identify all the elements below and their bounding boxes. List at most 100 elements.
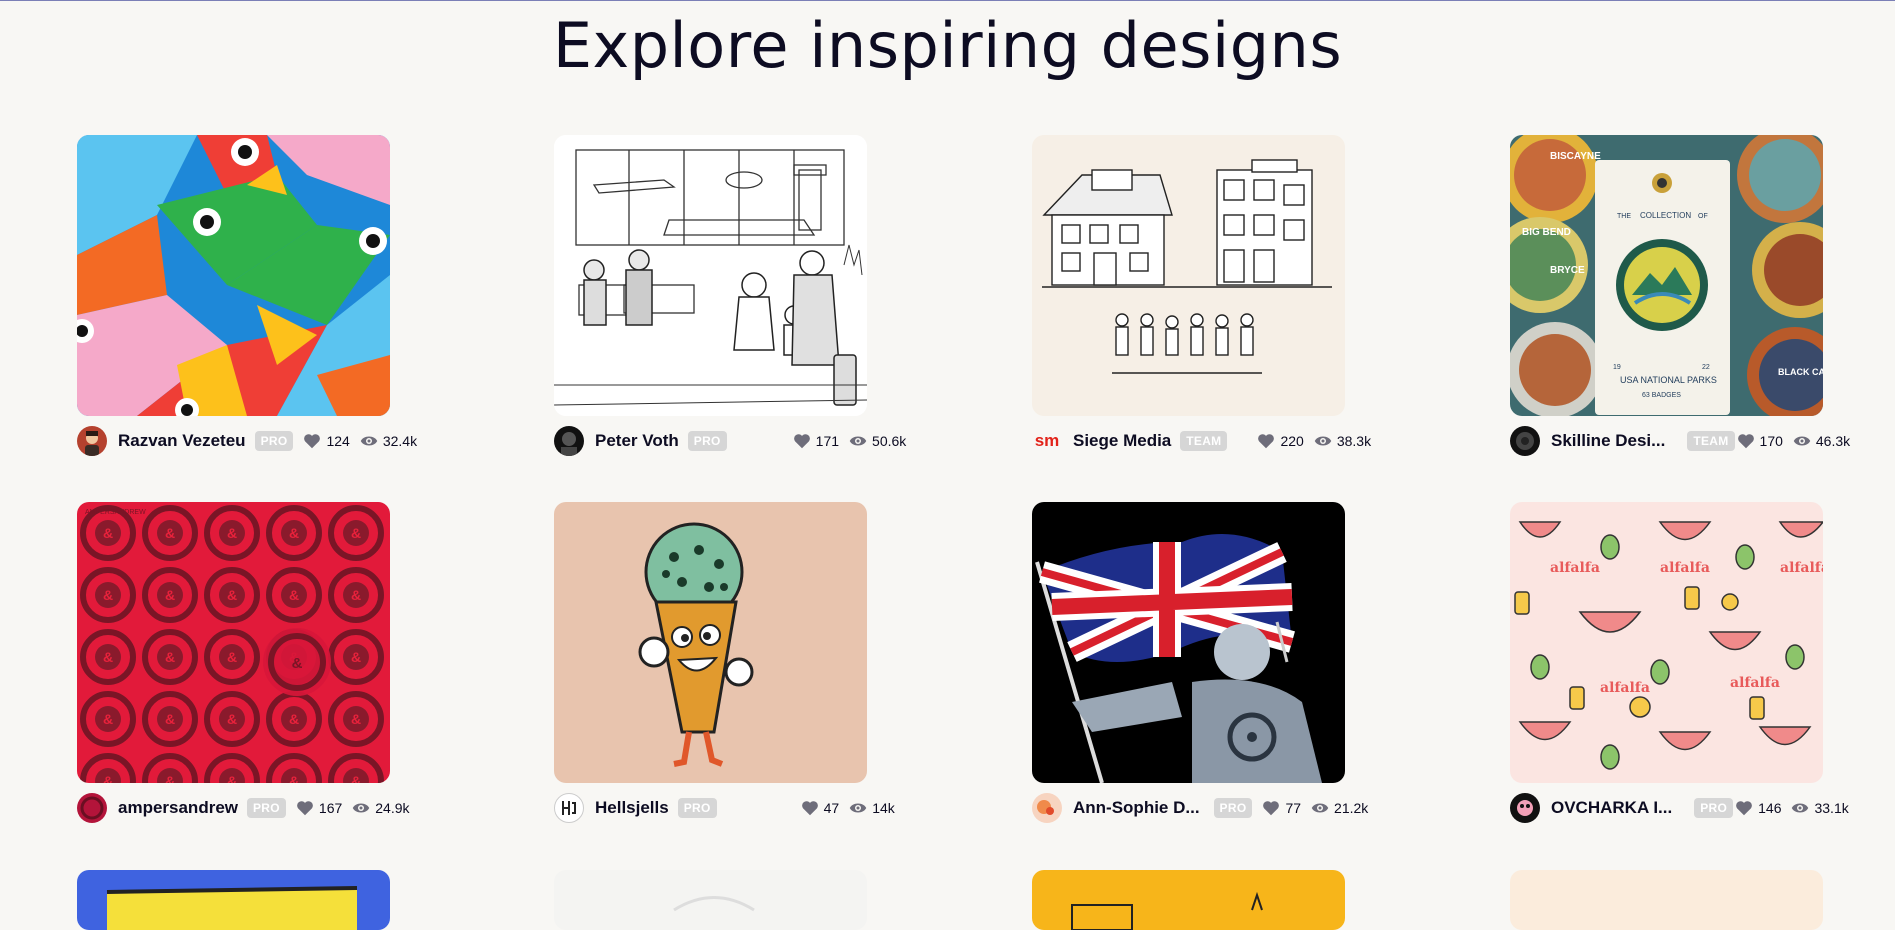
avatar[interactable] bbox=[1032, 793, 1062, 823]
badge-label: BRYCE bbox=[1550, 265, 1585, 276]
likes-count[interactable]: 171 bbox=[793, 433, 839, 449]
shot-thumbnail[interactable] bbox=[1032, 502, 1345, 783]
views-value: 32.4k bbox=[382, 433, 418, 449]
likes-value: 170 bbox=[1759, 433, 1783, 449]
likes-value: 146 bbox=[1758, 800, 1782, 816]
shot-thumbnail[interactable] bbox=[1032, 135, 1345, 416]
views-value: 46.3k bbox=[1815, 433, 1851, 449]
eye-icon bbox=[849, 436, 867, 446]
avatar[interactable] bbox=[554, 793, 584, 823]
author-name[interactable]: OVCHARKA I... bbox=[1551, 798, 1672, 818]
eye-icon bbox=[1311, 803, 1329, 813]
shot-thumbnail-partial[interactable] bbox=[554, 870, 867, 930]
shot-stats: 124 32.4k bbox=[293, 433, 417, 449]
card-text: OF bbox=[1698, 213, 1708, 220]
card-text: COLLECTION bbox=[1640, 211, 1691, 220]
shot-stats: 47 14k bbox=[791, 800, 895, 816]
heart-icon bbox=[1258, 434, 1275, 449]
ampersand-glyph: & bbox=[292, 655, 303, 672]
likes-value: 47 bbox=[823, 800, 840, 816]
heart-icon bbox=[1736, 801, 1752, 816]
likes-value: 220 bbox=[1280, 433, 1304, 449]
views-count: 33.1k bbox=[1791, 800, 1849, 816]
likes-count[interactable]: 170 bbox=[1737, 433, 1783, 449]
shot-thumbnail-partial[interactable] bbox=[1032, 870, 1345, 930]
likes-count[interactable]: 47 bbox=[801, 800, 840, 816]
author-name[interactable]: Skilline Desi... bbox=[1551, 431, 1665, 451]
eye-icon bbox=[360, 436, 378, 446]
avatar[interactable] bbox=[1510, 426, 1540, 456]
author-name[interactable]: Ann-Sophie D... bbox=[1073, 798, 1200, 818]
views-value: 33.1k bbox=[1814, 800, 1849, 816]
shot-thumbnail-partial[interactable] bbox=[1510, 870, 1823, 930]
heart-icon bbox=[801, 801, 818, 816]
pro-badge: PRO bbox=[677, 798, 717, 818]
avatar[interactable] bbox=[554, 426, 584, 456]
avatar[interactable] bbox=[77, 793, 107, 823]
author-name[interactable]: Siege Media bbox=[1073, 431, 1171, 451]
heart-icon bbox=[304, 434, 321, 449]
views-value: 21.2k bbox=[1334, 800, 1369, 816]
author-name[interactable]: Razvan Vezeteu bbox=[118, 431, 246, 451]
shot-meta: Razvan Vezeteu PRO 124 32.4k bbox=[77, 426, 437, 456]
avatar-monogram: sm bbox=[1034, 431, 1060, 450]
shot-meta: ampersandrew PRO 167 24.9k bbox=[77, 793, 437, 823]
shot-thumbnail[interactable] bbox=[77, 135, 390, 416]
views-count: 21.2k bbox=[1311, 800, 1368, 816]
shot-stats: 171 50.6k bbox=[783, 433, 906, 449]
eye-icon bbox=[1793, 436, 1811, 446]
avatar[interactable] bbox=[1510, 793, 1540, 823]
buildings-people-illustration bbox=[1032, 135, 1345, 416]
likes-count[interactable]: 220 bbox=[1257, 433, 1304, 449]
shot-thumbnail-partial[interactable] bbox=[77, 870, 390, 930]
alfalfa-food-pattern: alfalfa alfalfa alfalfa alfalfa alfalfa bbox=[1510, 502, 1823, 783]
shot-meta: sm Siege Media TEAM 220 38.3k bbox=[1032, 426, 1392, 456]
ampersand-ring-text: AMPERSANDREW bbox=[85, 509, 146, 516]
views-count: 14k bbox=[849, 800, 895, 816]
author-name[interactable]: ampersandrew bbox=[118, 798, 238, 818]
views-value: 38.3k bbox=[1336, 433, 1372, 449]
ice-cream-character-illustration bbox=[554, 502, 867, 783]
team-badge: TEAM bbox=[1180, 431, 1228, 451]
card-text: 22 bbox=[1702, 364, 1710, 371]
card-text: USA NATIONAL PARKS bbox=[1620, 375, 1717, 385]
avatar[interactable]: sm bbox=[1032, 426, 1062, 456]
views-value: 24.9k bbox=[375, 800, 410, 816]
geometric-bird-illustration bbox=[77, 135, 390, 416]
alfalfa-wordmark: alfalfa bbox=[1550, 560, 1600, 576]
shot-thumbnail[interactable]: alfalfa alfalfa alfalfa alfalfa alfalfa bbox=[1510, 502, 1823, 783]
shot-meta: OVCHARKA I... PRO 146 33.1k bbox=[1510, 793, 1870, 823]
badge-label: BISCAYNE bbox=[1550, 151, 1601, 162]
shots-grid: Razvan Vezeteu PRO 124 32.4k Peter Voth … bbox=[0, 1, 1895, 930]
eye-icon bbox=[353, 803, 370, 813]
shot-stats: 220 38.3k bbox=[1247, 433, 1371, 449]
alfalfa-wordmark: alfalfa bbox=[1730, 675, 1780, 691]
shot-thumbnail[interactable]: & & AMPERSANDREW bbox=[77, 502, 390, 783]
shot-stats: 146 33.1k bbox=[1733, 800, 1849, 816]
author-name[interactable]: Hellsjells bbox=[595, 798, 669, 818]
alfalfa-wordmark: alfalfa bbox=[1780, 560, 1823, 576]
pro-badge: PRO bbox=[254, 431, 294, 451]
likes-value: 167 bbox=[318, 800, 343, 816]
shot-stats: 77 21.2k bbox=[1252, 800, 1368, 816]
pro-badge: PRO bbox=[1213, 798, 1253, 818]
badge-label: BIG BEND bbox=[1522, 227, 1571, 238]
shot-meta: Ann-Sophie D... PRO 77 21.2k bbox=[1032, 793, 1392, 823]
card-text: 63 BADGES bbox=[1642, 392, 1681, 399]
national-parks-badges-image: BIG BEND BRYCE BISCAYNE BLACK CANYON THE… bbox=[1510, 135, 1823, 416]
shot-thumbnail[interactable] bbox=[554, 502, 867, 783]
likes-count[interactable]: 124 bbox=[303, 433, 350, 449]
likes-count[interactable]: 77 bbox=[1262, 800, 1301, 816]
likes-count[interactable]: 167 bbox=[296, 800, 342, 816]
shot-thumbnail[interactable] bbox=[554, 135, 867, 416]
avatar[interactable] bbox=[77, 426, 107, 456]
shot-thumbnail[interactable]: BIG BEND BRYCE BISCAYNE BLACK CANYON THE… bbox=[1510, 135, 1823, 416]
heart-icon bbox=[1737, 434, 1754, 449]
pro-badge: PRO bbox=[1694, 798, 1734, 818]
author-name[interactable]: Peter Voth bbox=[595, 431, 679, 451]
likes-count[interactable]: 146 bbox=[1735, 800, 1781, 816]
pro-badge: PRO bbox=[247, 798, 286, 818]
card-text: THE bbox=[1617, 213, 1631, 220]
card-text: 19 bbox=[1613, 364, 1621, 371]
robot-with-flag-illustration bbox=[1032, 502, 1345, 783]
